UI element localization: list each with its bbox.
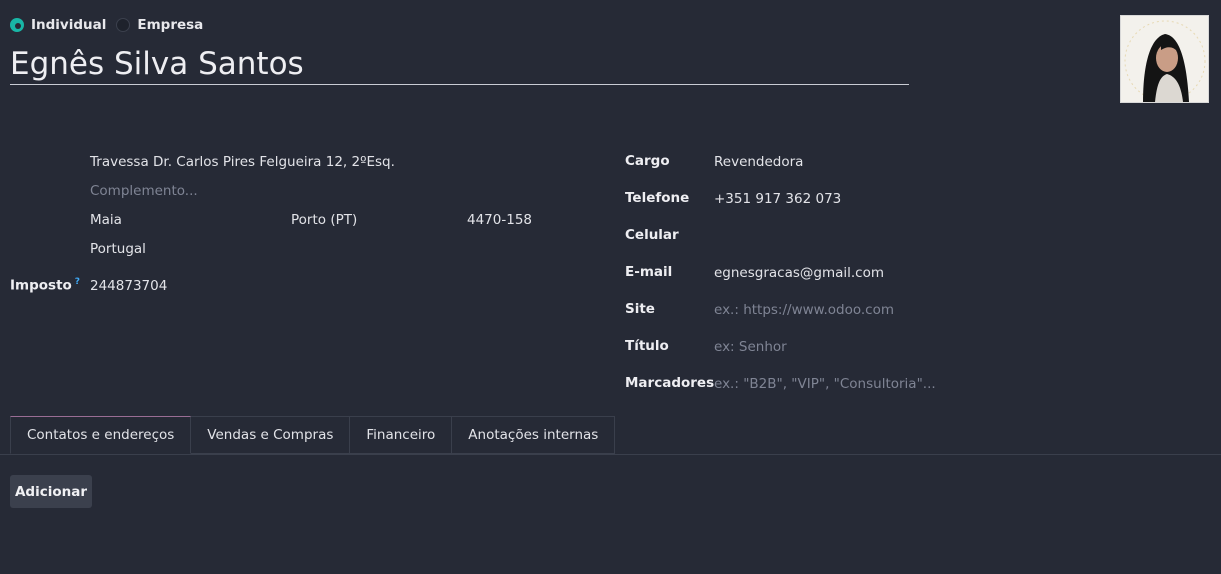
- street-value[interactable]: Travessa Dr. Carlos Pires Felgueira 12, …: [90, 154, 395, 170]
- help-icon[interactable]: ?: [75, 277, 80, 287]
- title-placeholder[interactable]: ex: Senhor: [714, 339, 787, 355]
- site-label: Site: [625, 301, 655, 317]
- tax-label-text: Imposto: [10, 277, 72, 294]
- phone-label: Telefone: [625, 190, 690, 206]
- job-label: Cargo: [625, 153, 670, 169]
- name-field-wrapper: [10, 44, 909, 85]
- radio-individual-label[interactable]: Individual: [31, 17, 106, 33]
- job-value[interactable]: Revendedora: [714, 154, 803, 170]
- email-label: E-mail: [625, 264, 673, 280]
- country-value[interactable]: Portugal: [90, 241, 146, 257]
- tabs-divider: [0, 454, 1221, 455]
- person-photo-icon: [1121, 16, 1208, 102]
- add-button[interactable]: Adicionar: [10, 475, 92, 508]
- radio-empresa[interactable]: Empresa: [116, 17, 203, 33]
- tab-anotacoes[interactable]: Anotações internas: [452, 416, 616, 454]
- tags-placeholder[interactable]: ex.: "B2B", "VIP", "Consultoria"...: [714, 376, 936, 392]
- tab-contatos[interactable]: Contatos e endereços: [10, 416, 192, 454]
- tax-value[interactable]: 244873704: [90, 278, 167, 294]
- zip-value[interactable]: 4470-158: [467, 212, 532, 228]
- street2-placeholder[interactable]: Complemento...: [90, 183, 198, 199]
- phone-value[interactable]: +351 917 362 073: [714, 191, 841, 207]
- mobile-label: Celular: [625, 227, 679, 243]
- tags-label: Marcadores: [625, 375, 715, 391]
- email-value[interactable]: egnesgracas@gmail.com: [714, 265, 884, 281]
- contact-name-input[interactable]: [10, 44, 909, 84]
- site-placeholder[interactable]: ex.: https://www.odoo.com: [714, 302, 894, 318]
- city-value[interactable]: Maia: [90, 212, 122, 228]
- radio-empresa-label[interactable]: Empresa: [137, 17, 203, 33]
- avatar[interactable]: [1120, 15, 1209, 103]
- tax-label: Imposto?: [10, 277, 80, 294]
- notebook-tabs: Contatos e endereços Vendas e Compras Fi…: [10, 416, 616, 454]
- radio-individual-circle[interactable]: [10, 18, 24, 32]
- mobile-input[interactable]: [714, 228, 1014, 244]
- state-value[interactable]: Porto (PT): [291, 212, 357, 228]
- title-label: Título: [625, 338, 669, 354]
- company-type-radio-group: Individual Empresa: [10, 16, 213, 34]
- radio-individual[interactable]: Individual: [10, 17, 106, 33]
- tab-vendas[interactable]: Vendas e Compras: [191, 416, 351, 454]
- tab-financeiro[interactable]: Financeiro: [350, 416, 453, 454]
- radio-empresa-circle[interactable]: [116, 18, 131, 32]
